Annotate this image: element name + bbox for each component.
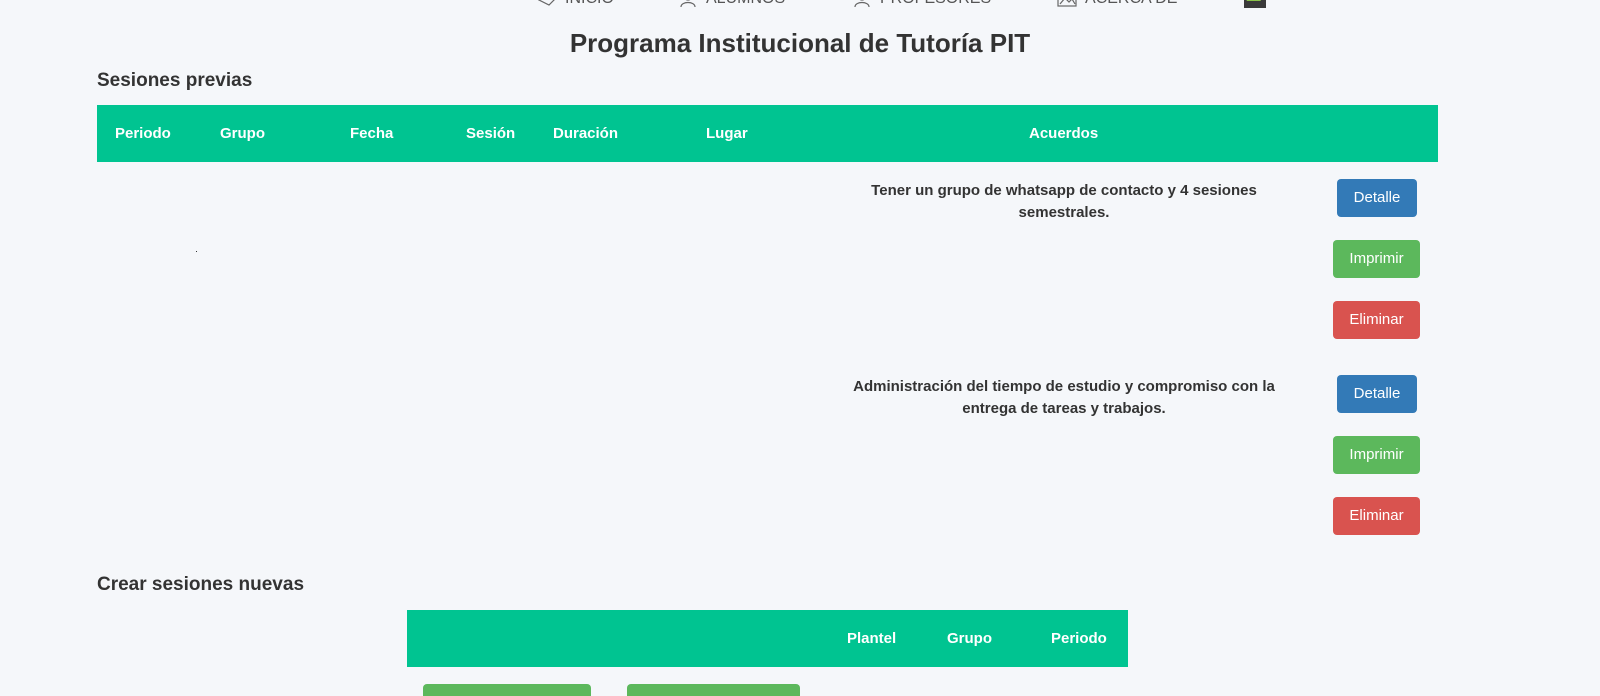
previous-sessions-title: Sesiones previas <box>97 70 253 91</box>
detail-button[interactable]: Detalle <box>1337 179 1417 217</box>
column-header: Acuerdos <box>1029 125 1099 142</box>
image-icon <box>1057 0 1077 7</box>
column-header: Lugar <box>706 125 748 142</box>
nav-label: INICIO <box>565 0 614 8</box>
delete-button[interactable]: Eliminar <box>1333 301 1420 339</box>
column-header: Duración <box>553 125 619 142</box>
nav-alumnos[interactable]: ALUMNOS <box>678 0 785 8</box>
print-button[interactable]: Imprimir <box>1333 240 1420 278</box>
column-header: Grupo <box>220 125 265 142</box>
nav-inicio[interactable]: INICIO <box>537 0 614 8</box>
user-icon <box>854 0 870 8</box>
column-header: Plantel <box>847 630 897 647</box>
column-header: Periodo <box>1051 630 1107 647</box>
brand-logo-icon[interactable] <box>1244 0 1266 8</box>
detail-button[interactable]: Detalle <box>1337 375 1417 413</box>
create-table-header: Plantel Grupo Periodo <box>407 610 1128 667</box>
column-header: Grupo <box>947 630 992 647</box>
create-action-button[interactable] <box>423 684 591 696</box>
nav-label: PROFESORES <box>880 0 991 8</box>
print-button[interactable]: Imprimir <box>1333 436 1420 474</box>
column-header: Periodo <box>115 125 171 142</box>
acuerdos-cell: Administración del tiempo de estudio y c… <box>853 378 1275 417</box>
nav-label: ALUMNOS <box>706 0 785 8</box>
delete-button[interactable]: Eliminar <box>1333 497 1420 535</box>
acuerdos-cell: Tener un grupo de whatsapp de contacto y… <box>871 182 1257 221</box>
nav-profesores[interactable]: PROFESORES <box>852 0 991 8</box>
column-header: Fecha <box>350 125 394 142</box>
decorative-dot <box>196 251 197 252</box>
create-sessions-title: Crear sesiones nuevas <box>97 574 305 595</box>
column-header: Sesión <box>466 125 516 142</box>
create-action-button[interactable] <box>627 684 800 696</box>
nav-acerca-de[interactable]: ACERCA DE <box>1057 0 1177 8</box>
handshake-icon <box>537 0 555 6</box>
nav-label: ACERCA DE <box>1085 0 1177 8</box>
top-nav: INICIO ALUMNOS PROFESORES ACERCA DE <box>0 0 1600 12</box>
user-icon <box>680 0 696 8</box>
previous-table-header: Periodo Grupo Fecha Sesión Duración Luga… <box>97 105 1438 162</box>
page-title: Programa Institucional de Tutoría PIT <box>569 28 1031 58</box>
